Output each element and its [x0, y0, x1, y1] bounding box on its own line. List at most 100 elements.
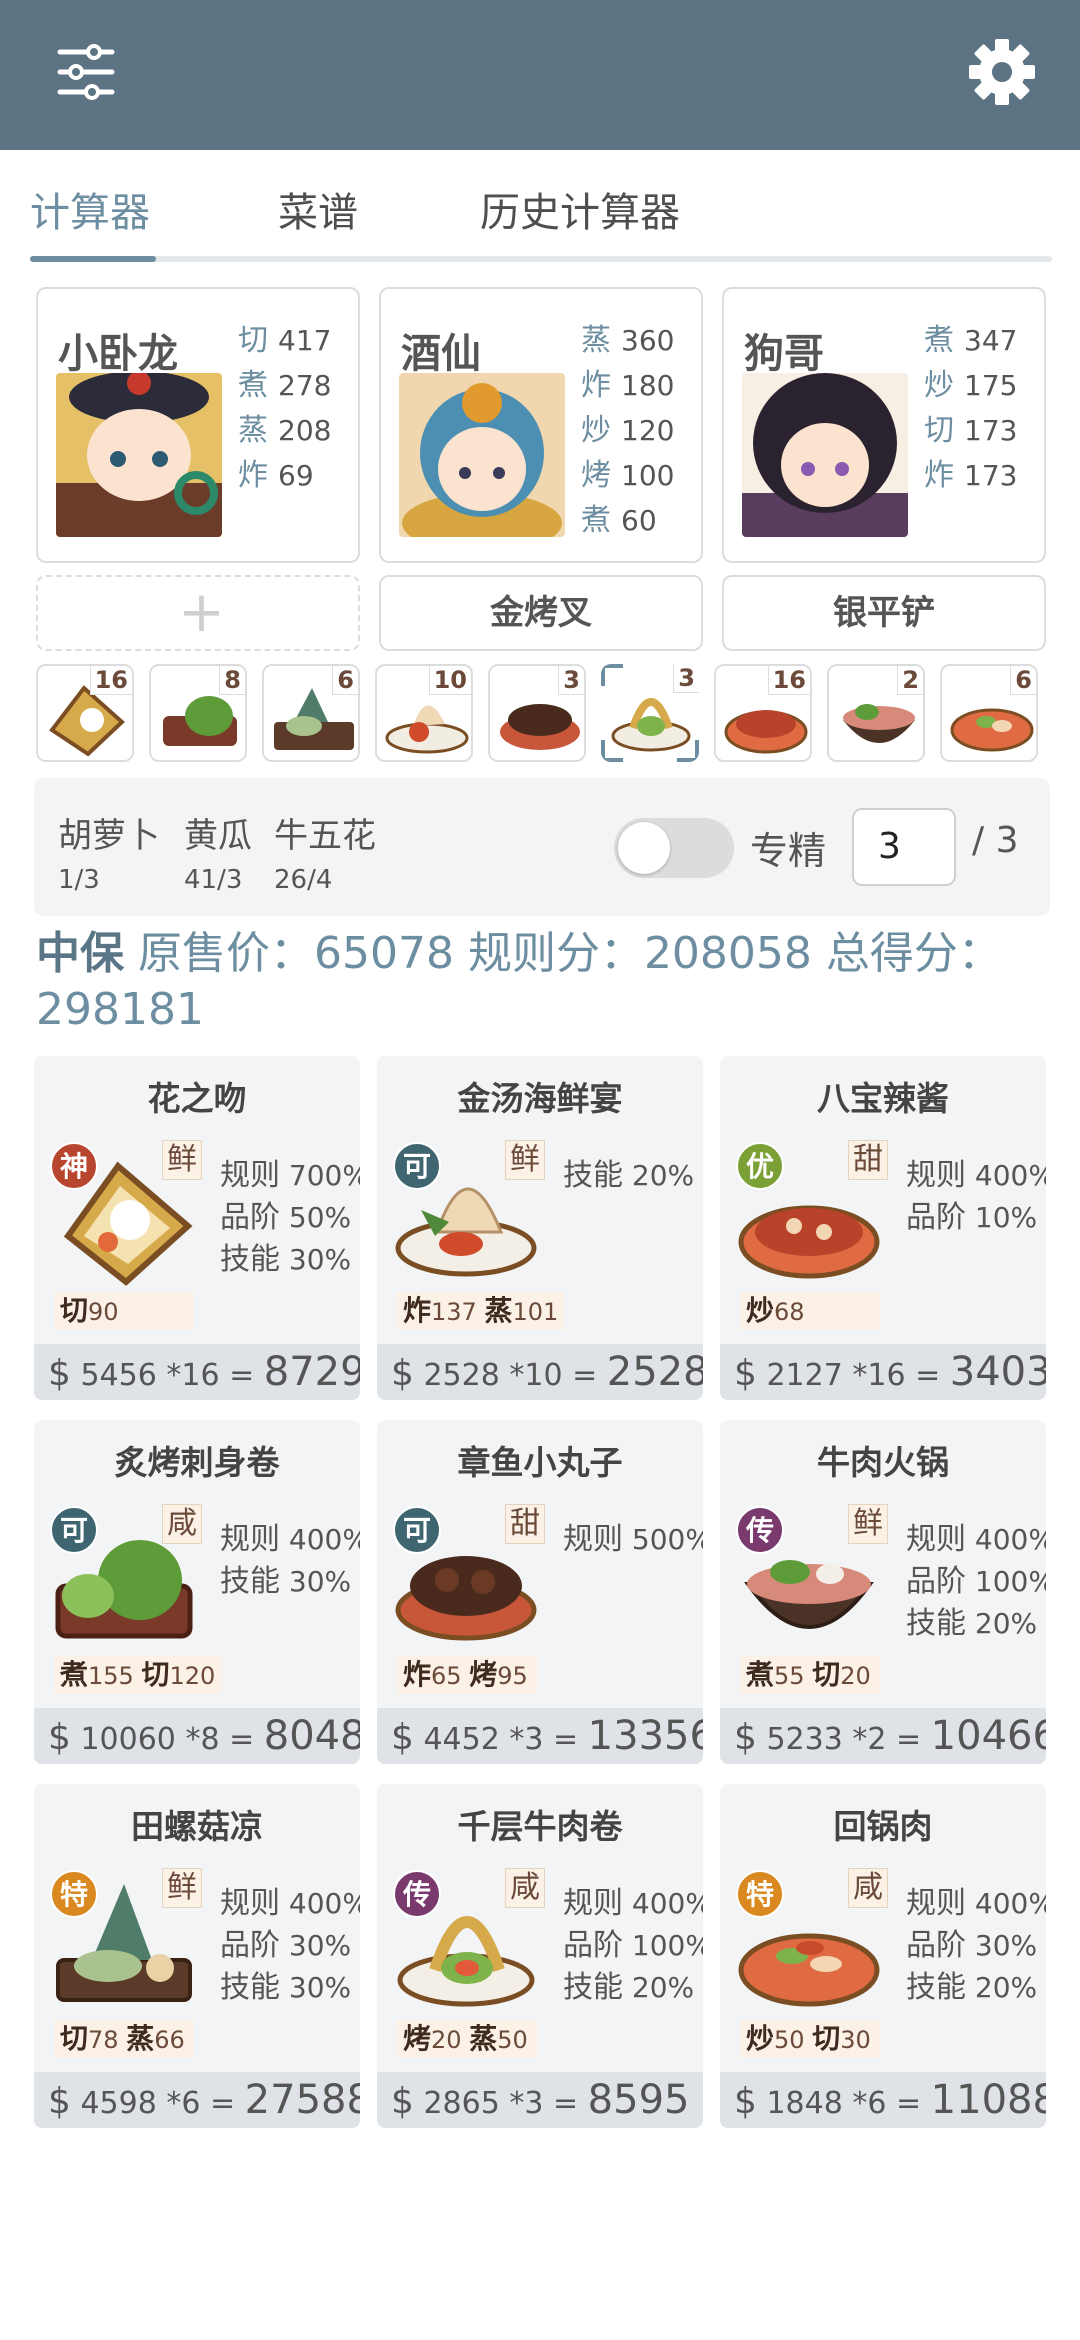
- skill-type: 蒸: [126, 2022, 155, 2055]
- recipe-buff: 规则 400%: [563, 1878, 703, 1921]
- equipment-slot-3[interactable]: 银平铲: [722, 575, 1046, 651]
- equipment-slot-2[interactable]: 金烤叉: [379, 575, 703, 651]
- recipe-card[interactable]: 千层牛肉卷传咸规则 400%品阶 100%技能 20%烤20 蒸50$ 2865…: [377, 1784, 703, 2128]
- strip-recipe-1[interactable]: 16: [36, 664, 134, 762]
- skill-requirement: 78: [88, 2026, 119, 2054]
- skill-requirement: 155: [88, 1662, 134, 1690]
- skill-requirement: 30: [840, 2026, 871, 2054]
- skill-type: 煮: [60, 1658, 89, 1691]
- tab-divider: [30, 256, 1052, 262]
- skill-type: 烤: [403, 2022, 432, 2055]
- score-text: 原售价：65078 规则分：208058 总得分：298181: [36, 928, 1002, 1035]
- recipe-card[interactable]: 八宝辣酱优甜规则 400%品阶 10%炒68$ 2127 *16 = 34032: [720, 1056, 1046, 1400]
- score-summary: 中保 原售价：65078 规则分：208058 总得分：298181: [36, 926, 1046, 1038]
- buff-value: 20%: [631, 1971, 695, 2004]
- specialize-count-input[interactable]: 3: [852, 808, 956, 886]
- unit-price: 4598: [80, 2086, 157, 2121]
- skill-type: 炒: [581, 413, 611, 448]
- recipe-buff: 品阶 100%: [906, 1556, 1046, 1599]
- strip-recipe-8[interactable]: 2: [827, 664, 925, 762]
- specialize-toggle[interactable]: [614, 818, 734, 878]
- recipe-buff: 规则 400%: [220, 1878, 360, 1921]
- recipe-card[interactable]: 牛肉火锅传鲜规则 400%品阶 100%技能 20%煮55 切20$ 5233 …: [720, 1420, 1046, 1764]
- add-equipment-button[interactable]: +: [36, 575, 360, 651]
- recipe-card[interactable]: 金汤海鲜宴可 鲜技能 20% 炸137 蒸101 $ 2528 *10 = 25280: [377, 1056, 703, 1400]
- buff-value: 400%: [631, 1887, 703, 1920]
- plus-icon: +: [178, 580, 225, 645]
- recipe-buff: 规则 400%: [220, 1514, 360, 1557]
- strip-recipe-7[interactable]: 16: [714, 664, 812, 762]
- recipe-count: 3: [673, 664, 699, 693]
- chef-card-1[interactable]: 小卧龙 切 417 煮 278 蒸 208 炸 69: [36, 287, 360, 563]
- flavor-tag: 鲜: [162, 1140, 202, 1180]
- unit-price: 10060: [80, 1722, 176, 1757]
- skill-type: 蒸: [238, 413, 268, 448]
- buff-name: 品阶: [906, 1200, 966, 1235]
- skill-requirement: 90: [88, 1298, 119, 1326]
- buff-value: 10%: [974, 1201, 1038, 1234]
- tab-history[interactable]: 历史计算器: [480, 180, 680, 238]
- skill-type: 蒸: [484, 1294, 513, 1327]
- buff-name: 规则: [563, 1886, 623, 1921]
- recipe-skill-requirements: 炸65 烤95: [397, 1656, 537, 1694]
- strip-recipe-9[interactable]: 6: [940, 664, 1038, 762]
- dollar-icon: $: [391, 2081, 414, 2122]
- buff-value: 700%: [288, 1159, 360, 1192]
- sliders-icon[interactable]: [52, 38, 120, 106]
- quantity-multiplier: *2: [852, 1722, 887, 1757]
- buff-value: 30%: [288, 1565, 352, 1598]
- tab-recipes[interactable]: 菜谱: [278, 180, 358, 238]
- recipe-card[interactable]: 炙烤刺身卷可咸规则 400%技能 30%煮155 切120$ 10060 *8 …: [34, 1420, 360, 1764]
- buff-name: 技能: [563, 1158, 623, 1193]
- strip-recipe-6[interactable]: 3: [601, 664, 699, 762]
- skill-value: 278: [278, 369, 332, 402]
- rarity-badge: 传: [736, 1506, 784, 1554]
- recipe-count: 10: [428, 666, 471, 695]
- recipe-skill-requirements: 切90: [54, 1292, 194, 1330]
- recipe-card[interactable]: 回锅肉特咸规则 400%品阶 30%技能 20%炒50 切30$ 1848 *6…: [720, 1784, 1046, 2128]
- skill-type: 烤: [581, 458, 611, 493]
- skill-type: 炸: [238, 458, 268, 493]
- dollar-icon: $: [48, 1353, 71, 1394]
- recipe-price-row: $ 4598 *6 = 27588: [34, 2072, 360, 2128]
- recipe-card[interactable]: 田螺菇凉特鲜规则 400%品阶 30%技能 30%切78 蒸66$ 4598 *…: [34, 1784, 360, 2128]
- skill-type: 切: [238, 323, 268, 358]
- buff-name: 品阶: [563, 1928, 623, 1963]
- skill-type: 切: [812, 1658, 841, 1691]
- recipe-card[interactable]: 章鱼小丸子可 甜规则 500% 炸65 烤95 $ 4452 *3 = 13356: [377, 1420, 703, 1764]
- recipe-buff-list: 规则 400%品阶 100%技能 20%: [563, 1878, 703, 2005]
- skill-type: 蒸: [581, 323, 611, 358]
- buff-value: 20%: [631, 1159, 695, 1192]
- skill-requirement: 137: [431, 1298, 477, 1326]
- skill-value: 175: [964, 369, 1018, 402]
- tab-calculator[interactable]: 计算器: [30, 180, 150, 238]
- strip-recipe-3[interactable]: 6: [262, 664, 360, 762]
- dollar-icon: $: [734, 1353, 757, 1394]
- recipe-total: 11088: [930, 2077, 1046, 2123]
- chef-card-2[interactable]: 酒仙 蒸 360 炸 180 炒 120 烤 100 煮 60: [379, 287, 703, 563]
- strip-recipe-2[interactable]: 8: [149, 664, 247, 762]
- gear-icon[interactable]: [964, 34, 1040, 110]
- unit-price: 5233: [766, 1722, 843, 1757]
- skill-type: 切: [924, 413, 954, 448]
- dollar-icon: $: [48, 2081, 71, 2122]
- skill-requirement: 101: [512, 1298, 559, 1326]
- toggle-knob: [618, 822, 670, 874]
- recipe-price-row: $ 1848 *6 = 11088: [720, 2072, 1046, 2128]
- buff-value: 20%: [974, 1607, 1038, 1640]
- recipe-buff: 规则 400%: [906, 1878, 1046, 1921]
- recipe-total: 8595: [587, 2077, 690, 2123]
- strip-recipe-5[interactable]: 3: [488, 664, 586, 762]
- recipe-total: 87296: [263, 1349, 360, 1395]
- skill-value: 417: [278, 324, 332, 357]
- chef-card-3[interactable]: 狗哥 煮 347 炒 175 切 173 炸 173: [722, 287, 1046, 563]
- selection-corner: [677, 740, 699, 762]
- strip-recipe-4[interactable]: 10: [375, 664, 473, 762]
- skill-type: 切: [60, 2022, 89, 2055]
- buff-value: 30%: [288, 1929, 352, 1962]
- flavor-tag: 鲜: [505, 1140, 545, 1180]
- skill-requirement: 68: [774, 1298, 805, 1326]
- recipe-card[interactable]: 花之吻神鲜规则 700%品阶 50%技能 30%切90$ 5456 *16 = …: [34, 1056, 360, 1400]
- chef-portrait: [399, 373, 565, 537]
- recipe-buff-list: 技能 20%: [563, 1150, 695, 1193]
